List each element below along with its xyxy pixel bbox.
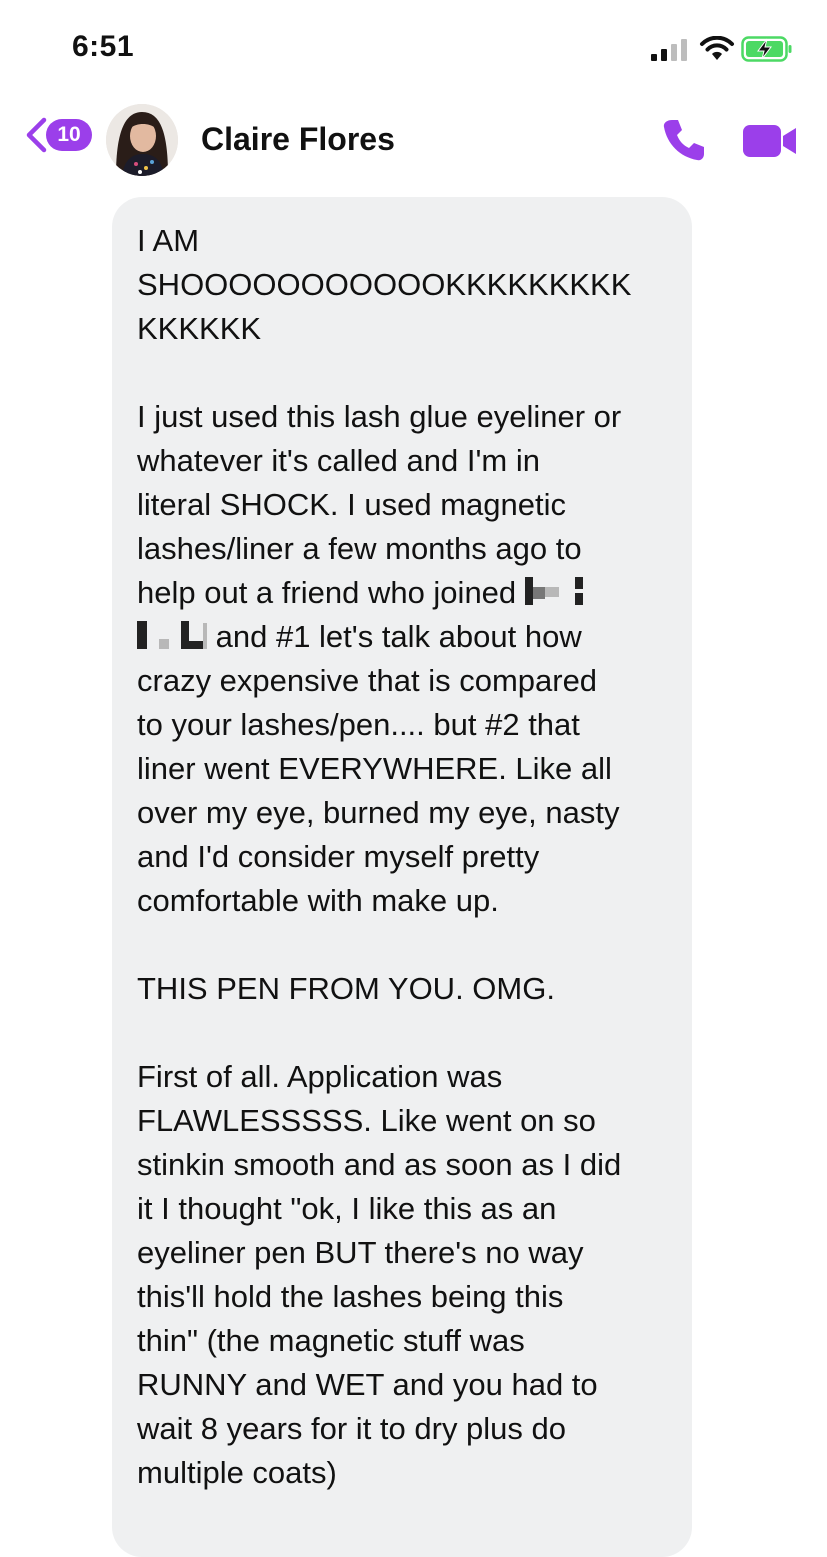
unread-count-badge: 10 [46, 119, 92, 151]
contact-name[interactable]: Claire Flores [201, 121, 395, 158]
redacted-text [524, 575, 585, 607]
wifi-icon [700, 36, 734, 60]
message-text: I AM SHOOOOOOOOOOOKKKKKKKKK KKKKKK I jus… [137, 219, 677, 1495]
battery-charging-icon [741, 36, 792, 62]
back-button[interactable]: 10 [24, 117, 94, 153]
conversation-header: 10 Claire Flores [0, 95, 827, 185]
message-paragraph-3: THIS PEN FROM YOU. OMG. [137, 971, 555, 1006]
message-paragraph-1: I AM SHOOOOOOOOOOOKKKKKKKKK KKKKKK [137, 223, 632, 346]
message-paragraph-4: First of all. Application was FLAWLESSSS… [137, 1059, 622, 1490]
cellular-signal-icon [651, 39, 687, 61]
message-bubble[interactable]: I AM SHOOOOOOOOOOOKKKKKKKKK KKKKKK I jus… [112, 197, 692, 1557]
video-call-icon[interactable] [743, 123, 797, 159]
avatar[interactable] [106, 104, 178, 176]
chevron-left-icon [26, 117, 47, 153]
phone-call-icon[interactable] [661, 117, 707, 163]
status-time: 6:51 [72, 30, 135, 63]
message-paragraph-2b: and #1 let's talk about how crazy expens… [137, 619, 620, 918]
avatar-photo [106, 104, 178, 176]
status-bar: 6:51 [0, 0, 827, 95]
redacted-text [137, 619, 207, 651]
